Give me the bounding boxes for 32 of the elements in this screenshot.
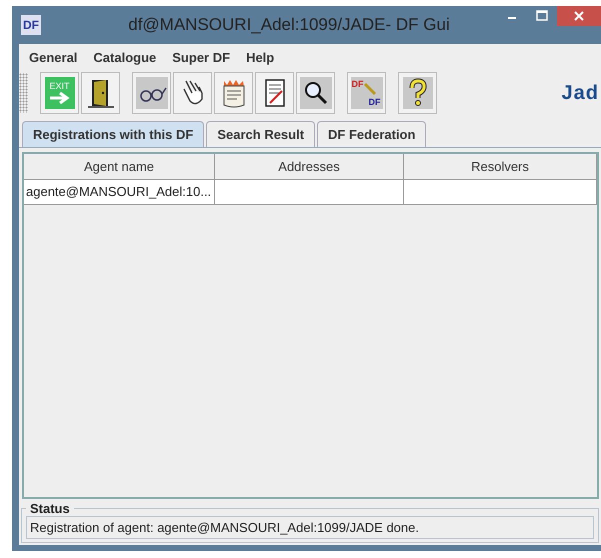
hand-button[interactable] [173,72,212,114]
table-cell: agente@MANSOURI_Adel:10... [24,180,215,205]
arrow-icon [48,91,72,105]
window-title: df@MANSOURI_Adel:1099/JADE- DF Gui [127,15,451,35]
status-message: Registration of agent: agente@MANSOURI_Adel:1099/JADE done. [26,516,594,539]
app-icon: DF [21,15,41,35]
menu-item[interactable]: Help [244,49,276,66]
search-button[interactable] [296,72,335,114]
help-icon [402,77,432,109]
help-button[interactable] [398,72,437,114]
tab[interactable]: Search Result [206,121,316,147]
df-button[interactable]: DF DF [347,72,386,114]
door-button[interactable] [81,72,120,114]
jade-logo: Jad [562,82,600,104]
door-icon [86,77,116,109]
glasses-button[interactable] [132,72,171,114]
tab[interactable]: DF Federation [317,121,426,147]
pencil-icon [362,82,376,96]
column-header[interactable]: Agent name [24,154,215,180]
search-icon [300,77,332,109]
menu-item[interactable]: Super DF [170,49,232,66]
menu-item[interactable]: Catalogue [91,49,158,66]
column-header[interactable]: Resolvers [404,154,597,180]
tab[interactable]: Registrations with this DF [22,121,204,147]
status-title: Status [29,501,71,516]
close-icon[interactable] [557,6,601,26]
menu-item[interactable]: General [27,49,80,66]
burning-document-button[interactable] [214,72,253,114]
document-button[interactable] [255,72,294,114]
column-header[interactable]: Addresses [215,154,404,180]
glasses-icon [136,77,168,109]
toolbar-grip[interactable] [19,73,28,113]
